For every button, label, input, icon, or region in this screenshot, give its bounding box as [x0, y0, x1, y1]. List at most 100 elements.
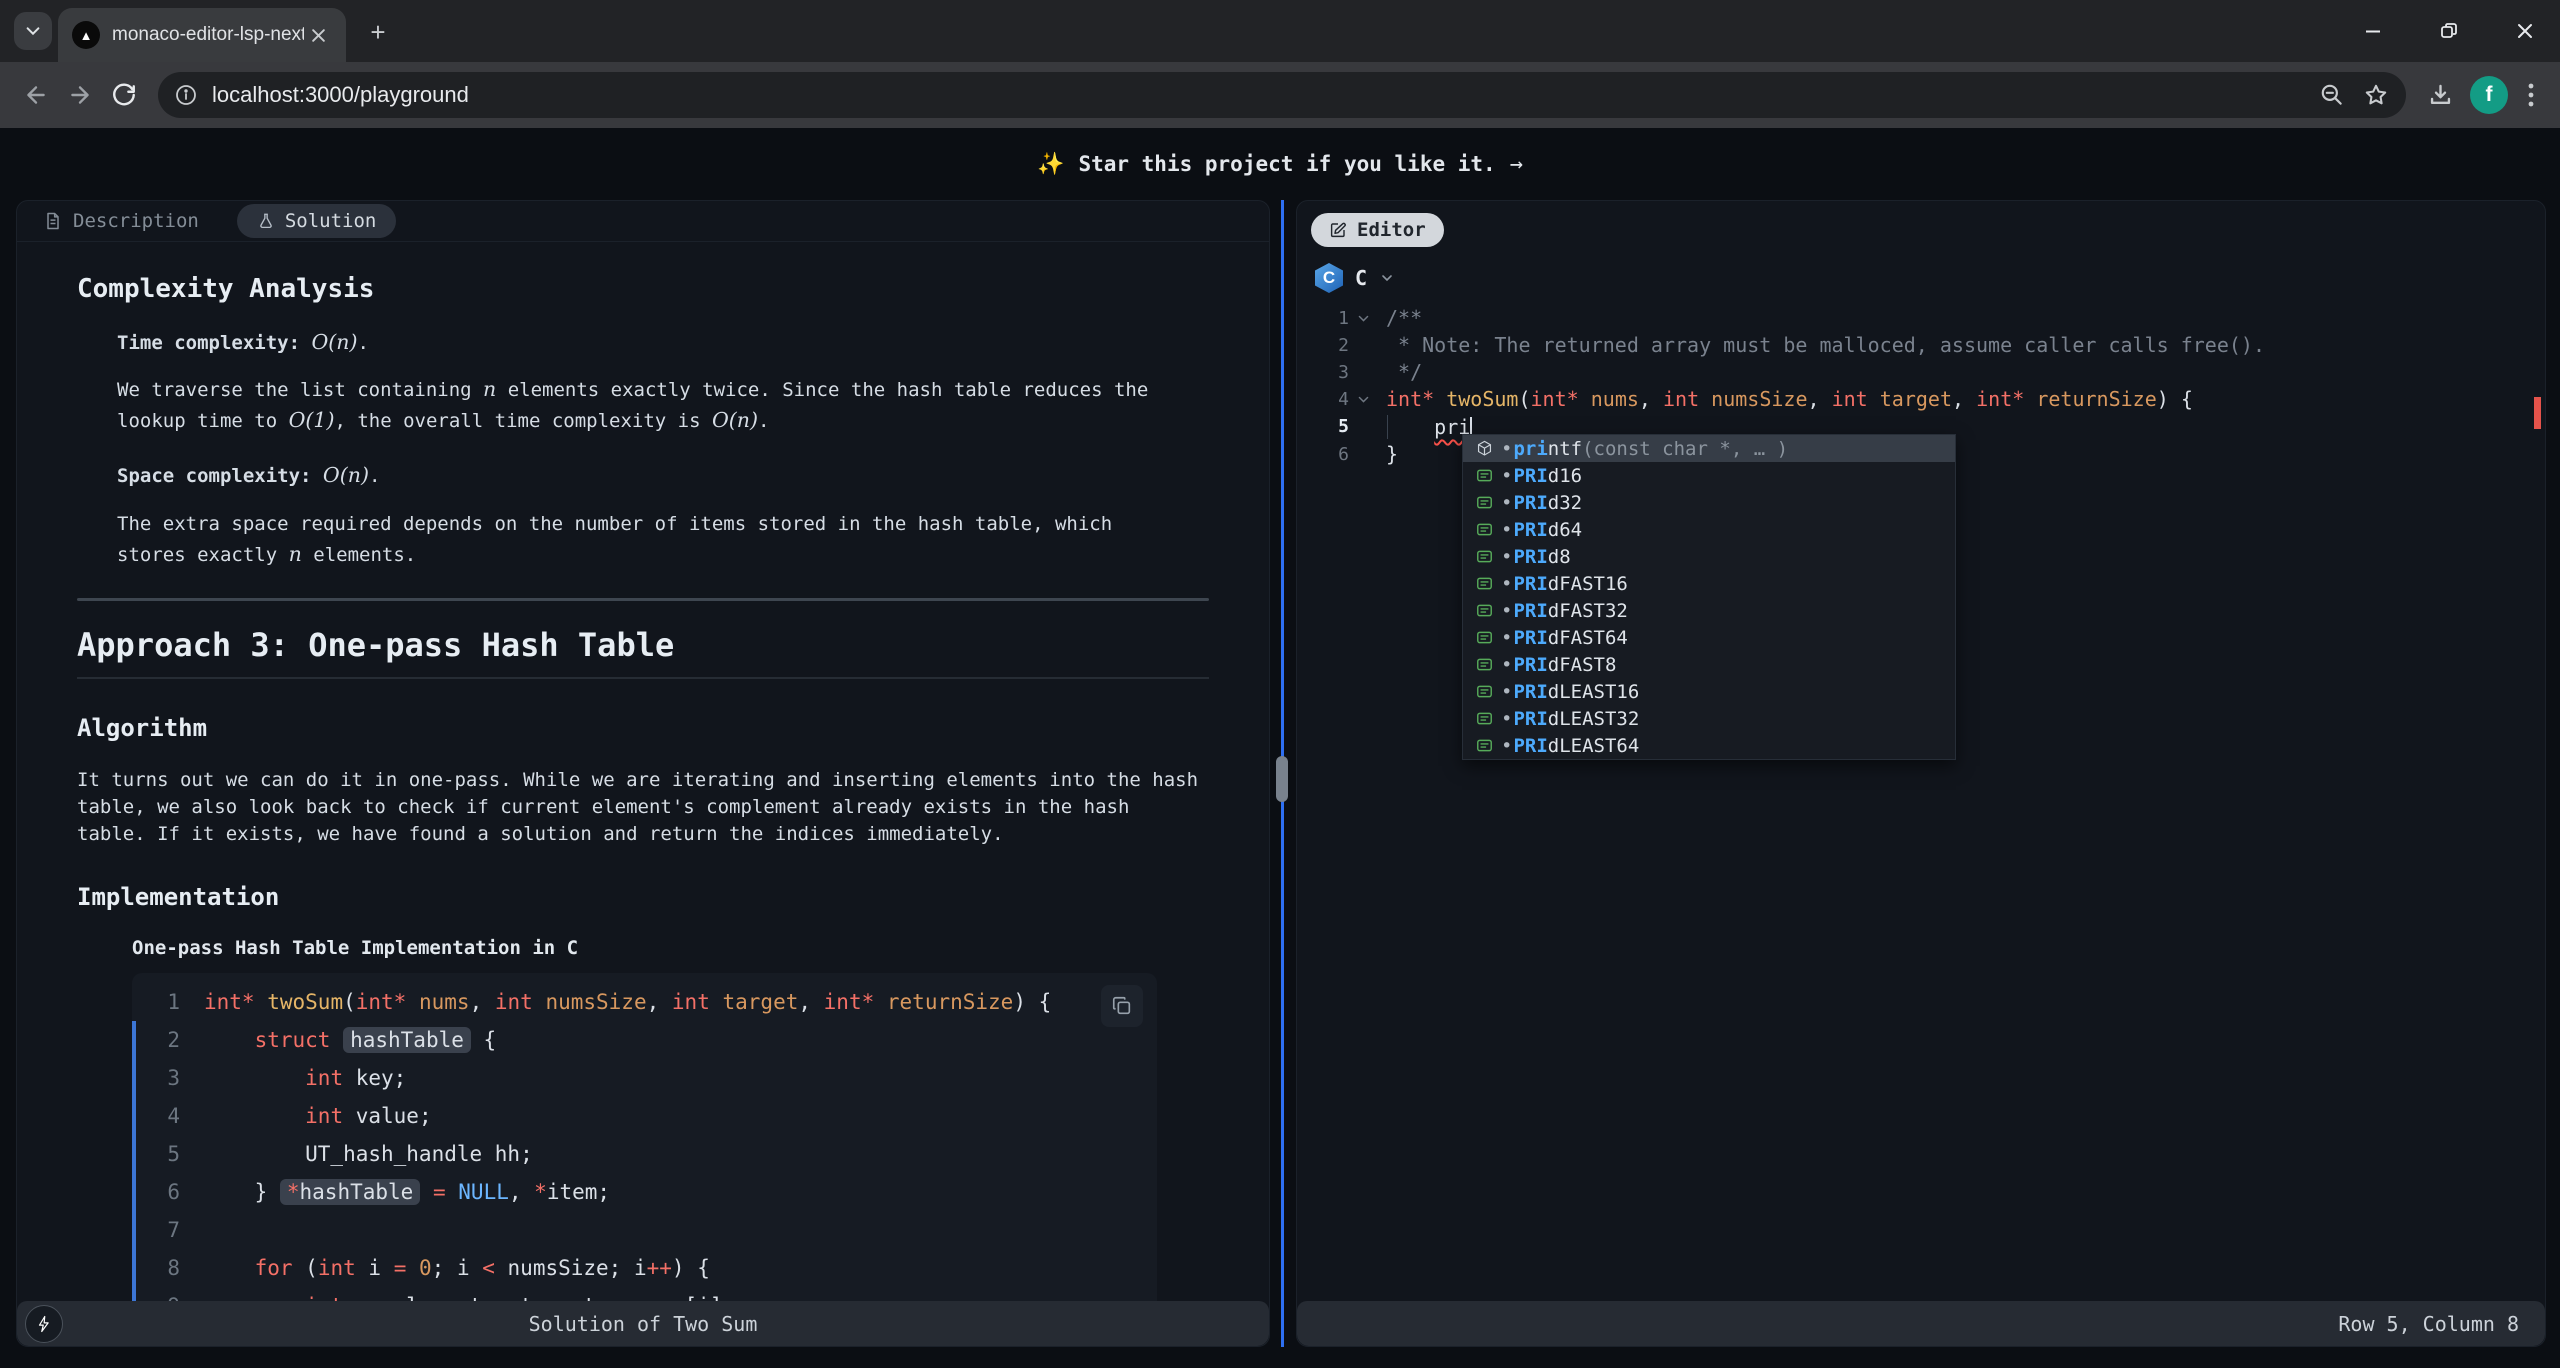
solution-title-status: Solution of Two Sum — [17, 1312, 1269, 1336]
suggestion-match: PRI — [1513, 708, 1547, 730]
star-project-banner[interactable]: ✨ Star this project if you like it. → — [0, 128, 2560, 200]
code-line: 8 for (int i = 0; i < numsSize; i++) { — [132, 1249, 1157, 1287]
site-info-icon[interactable] — [174, 83, 198, 107]
tab-editor-label: Editor — [1357, 219, 1426, 241]
text-suggestion-icon — [1475, 682, 1494, 701]
fold-chevron-icon[interactable] — [1357, 312, 1370, 325]
editor-line-number: 5 — [1297, 413, 1349, 441]
bookmark-button[interactable] — [2354, 73, 2398, 117]
gutter-fold[interactable] — [1349, 305, 1377, 332]
code-token: ) { — [672, 1256, 710, 1280]
suggestion-item[interactable]: •PRIdFAST64 — [1463, 624, 1955, 651]
browser-tab[interactable]: ▲ monaco-editor-lsp-next — [58, 8, 346, 62]
suggestion-item[interactable]: •PRId16 — [1463, 462, 1955, 489]
chevron-down-icon — [24, 22, 42, 40]
tab-description[interactable]: Description — [43, 210, 199, 232]
tab-solution[interactable]: Solution — [237, 204, 397, 238]
browser-menu-button[interactable] — [2516, 73, 2546, 117]
profile-avatar[interactable]: f — [2470, 76, 2508, 114]
address-bar[interactable]: localhost:3000/playground — [158, 72, 2406, 118]
back-button[interactable] — [14, 73, 58, 117]
restore-button[interactable] — [2428, 10, 2470, 52]
code-lines: 1int* twoSum(int* nums, int numsSize, in… — [132, 983, 1157, 1301]
code-token: /** — [1386, 306, 1422, 330]
text-suggestion-icon — [1475, 709, 1494, 728]
code-token: struct — [255, 1028, 331, 1052]
tab-search-button[interactable] — [14, 12, 52, 50]
solution-content: Complexity Analysis Time complexity: O(n… — [17, 241, 1269, 1301]
suggestion-label: d16 — [1548, 465, 1582, 487]
suggestion-item[interactable]: •PRIdFAST8 — [1463, 651, 1955, 678]
suggestion-item[interactable]: •PRIdLEAST16 — [1463, 678, 1955, 705]
code-token — [446, 1180, 459, 1204]
code-token: value; — [343, 1104, 432, 1128]
code-text: } *hashTable = NULL, *item; — [204, 1173, 610, 1211]
code-token: for — [255, 1256, 293, 1280]
code-line: 4 int value; — [132, 1097, 1157, 1135]
math-expression: O(1) — [289, 408, 335, 432]
editor-line[interactable]: 1/** — [1297, 305, 2545, 332]
copy-code-button[interactable] — [1101, 985, 1143, 1027]
text-segment: Space complexity: — [117, 465, 323, 487]
suggestion-bullet: • — [1501, 465, 1512, 487]
indent-guide — [1387, 415, 1388, 439]
language-label: C — [1355, 266, 1367, 290]
reload-button[interactable] — [102, 73, 146, 117]
code-line: 3 int key; — [132, 1059, 1157, 1097]
editor-panel: Editor C C 1/**2 * Note: The returned ar… — [1296, 200, 2546, 1347]
language-selector[interactable]: C C — [1315, 263, 2545, 293]
code-token: = — [433, 1180, 446, 1204]
forward-button[interactable] — [58, 73, 102, 117]
code-token: int* — [1386, 387, 1434, 411]
suggestion-item[interactable]: •PRIdFAST32 — [1463, 597, 1955, 624]
text-segment: Time complexity: — [117, 332, 311, 354]
text-icon-wrap — [1469, 736, 1499, 755]
suggestion-match: PRI — [1513, 492, 1547, 514]
editor-status-bar: Row 5, Column 8 — [1297, 1301, 2545, 1346]
text-suggestion-icon — [1475, 655, 1494, 674]
code-token — [420, 1180, 433, 1204]
suggestion-item[interactable]: •printf(const char *, … ) — [1463, 435, 1955, 462]
gutter-fold[interactable] — [1349, 386, 1377, 413]
editor-line[interactable]: 4int* twoSum(int* nums, int numsSize, in… — [1297, 386, 2545, 413]
suggestion-item[interactable]: •PRIdFAST16 — [1463, 570, 1955, 597]
editor-line[interactable]: 3 */ — [1297, 359, 2545, 386]
code-token: , — [509, 1180, 534, 1204]
suggestion-item[interactable]: •PRId64 — [1463, 516, 1955, 543]
minimize-button[interactable] — [2352, 10, 2394, 52]
suggestion-item[interactable]: •PRId8 — [1463, 543, 1955, 570]
suggestion-match: PRI — [1513, 465, 1547, 487]
suggestion-item[interactable]: •PRIdLEAST32 — [1463, 705, 1955, 732]
new-tab-button[interactable]: + — [362, 16, 394, 48]
tab-editor[interactable]: Editor — [1311, 213, 1444, 247]
code-token: , — [1952, 387, 1976, 411]
panel-divider-handle[interactable] — [1276, 756, 1288, 802]
tab-close-icon[interactable] — [304, 21, 332, 49]
edit-pencil-icon — [1329, 221, 1347, 239]
url-text[interactable]: localhost:3000/playground — [212, 82, 2310, 108]
code-token: - — [609, 1294, 622, 1301]
downloads-button[interactable] — [2418, 73, 2462, 117]
code-token: , — [647, 990, 672, 1014]
suggestion-item[interactable]: •PRId32 — [1463, 489, 1955, 516]
code-token — [406, 1256, 419, 1280]
fold-chevron-icon[interactable] — [1357, 393, 1370, 406]
approach-heading: Approach 3: One-pass Hash Table — [77, 625, 1209, 665]
code-token: NULL — [458, 1180, 509, 1204]
star-icon — [2363, 82, 2389, 108]
code-token: , — [1639, 387, 1663, 411]
highlighted-word: hashTable — [343, 1027, 471, 1053]
algorithm-heading: Algorithm — [77, 713, 1209, 743]
line-number: 9 — [136, 1287, 180, 1301]
code-token: ) { — [1013, 990, 1051, 1014]
zoom-indicator-button[interactable] — [2310, 73, 2354, 117]
suggestion-label: dLEAST64 — [1548, 735, 1640, 757]
tab-description-label: Description — [73, 210, 199, 232]
close-window-button[interactable] — [2504, 10, 2546, 52]
suggestion-item[interactable]: •PRIdLEAST64 — [1463, 732, 1955, 759]
code-token: { — [471, 1028, 496, 1052]
editor-line[interactable]: 2 * Note: The returned array must be mal… — [1297, 332, 2545, 359]
suggestion-bullet: • — [1501, 573, 1512, 595]
code-token: int* — [824, 990, 875, 1014]
code-token: target — [507, 1294, 608, 1301]
